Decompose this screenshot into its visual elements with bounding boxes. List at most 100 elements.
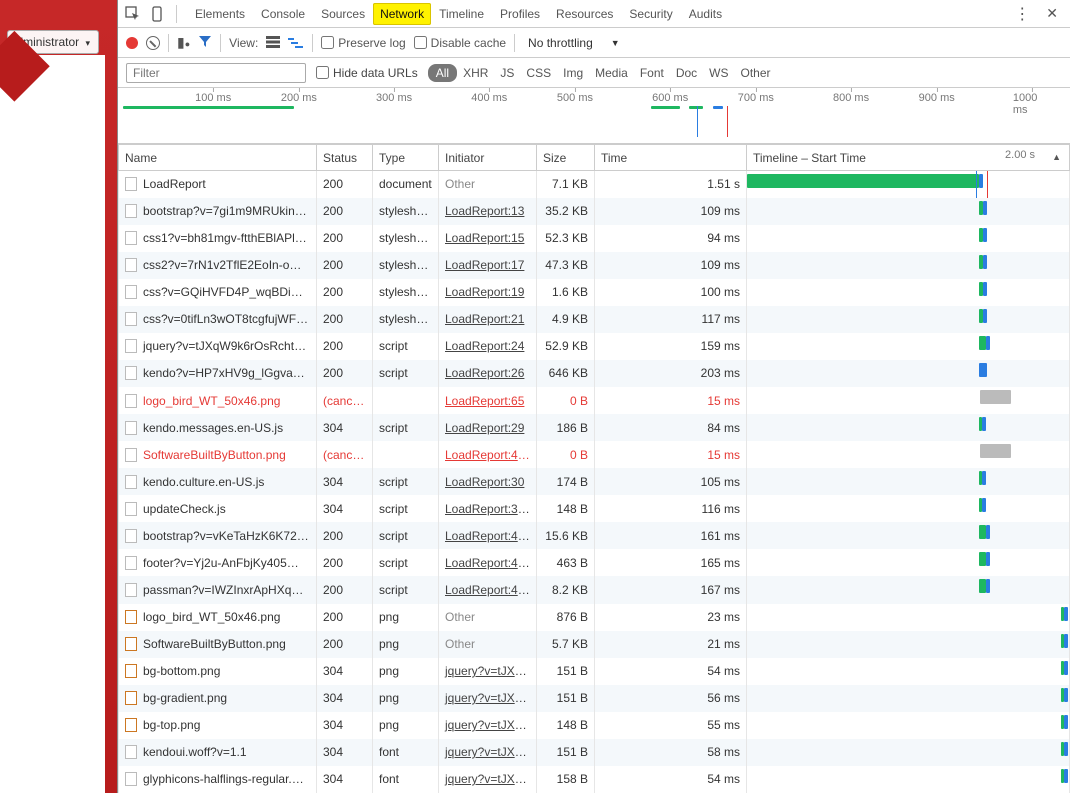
timeline-bar [979, 363, 987, 377]
table-row[interactable]: css?v=0tifLn3wOT8tcgfujWFKOJB...200style… [119, 306, 1070, 333]
col-size-header[interactable]: Size [537, 145, 595, 171]
filter-icon[interactable] [198, 34, 212, 51]
table-row[interactable]: css?v=GQiHVFD4P_wqBDiHAO74...200styleshe… [119, 279, 1070, 306]
tab-profiles[interactable]: Profiles [492, 1, 548, 27]
filter-chip-img[interactable]: Img [557, 64, 589, 82]
close-devtools-icon[interactable]: ✕ [1040, 5, 1064, 22]
tab-resources[interactable]: Resources [548, 1, 621, 27]
hide-data-urls-input[interactable] [316, 66, 329, 79]
tab-network[interactable]: Network [373, 3, 431, 25]
initiator-link[interactable]: LoadReport:29 [445, 421, 524, 435]
initiator-link[interactable]: LoadReport:365 [445, 502, 531, 516]
table-row[interactable]: logo_bird_WT_50x46.png200pngOther876 B23… [119, 604, 1070, 631]
preserve-log-input[interactable] [321, 36, 334, 49]
col-status-header[interactable]: Status [317, 145, 373, 171]
filter-chip-media[interactable]: Media [589, 64, 634, 82]
table-row[interactable]: footer?v=Yj2u-AnFbjKy405WlNk8...200scrip… [119, 549, 1070, 576]
filter-chip-js[interactable]: JS [494, 64, 520, 82]
initiator-link[interactable]: jquery?v=tJXqW9... [445, 664, 537, 678]
initiator-link[interactable]: LoadReport:432 [445, 556, 531, 570]
table-row[interactable]: bg-bottom.png304pngjquery?v=tJXqW9...151… [119, 658, 1070, 685]
initiator-link[interactable]: LoadReport:65 [445, 394, 524, 408]
status-cell: (canceled) [317, 387, 373, 414]
timeline-cell [747, 306, 1070, 333]
timeline-overview[interactable]: 100 ms200 ms300 ms400 ms500 ms600 ms700 … [118, 88, 1070, 144]
table-row[interactable]: bootstrap?v=7gi1m9MRUkine3WJ...200styles… [119, 198, 1070, 225]
initiator-link[interactable]: LoadReport:21 [445, 312, 524, 326]
table-row[interactable]: bg-top.png304pngjquery?v=tJXqW9...148 B5… [119, 712, 1070, 739]
col-time-header[interactable]: Time [595, 145, 747, 171]
table-row[interactable]: LoadReport200documentOther7.1 KB1.51 s [119, 171, 1070, 198]
table-row[interactable]: updateCheck.js304scriptLoadReport:365148… [119, 495, 1070, 522]
timeline-bar [979, 336, 987, 350]
table-row[interactable]: SoftwareBuiltByButton.png(canceled)LoadR… [119, 441, 1070, 468]
clear-button[interactable] [146, 36, 160, 50]
initiator-link[interactable]: LoadReport:13 [445, 204, 524, 218]
hide-data-urls-checkbox[interactable]: Hide data URLs [316, 66, 418, 80]
record-button[interactable] [126, 37, 138, 49]
filter-input[interactable] [126, 63, 306, 83]
inspect-icon[interactable] [124, 5, 142, 23]
kebab-menu-icon[interactable]: ⋮ [1010, 4, 1034, 24]
col-timeline-header[interactable]: Timeline – Start Time 2.00 s ▲ [747, 145, 1070, 171]
request-name: bg-gradient.png [143, 691, 227, 705]
table-row[interactable]: jquery?v=tJXqW9k6rOsRcht33y9C...200scrip… [119, 333, 1070, 360]
screenshot-icon[interactable]: ▮● [177, 34, 190, 51]
col-type-header[interactable]: Type [373, 145, 439, 171]
initiator-link[interactable]: LoadReport:434 [445, 583, 531, 597]
table-row[interactable]: css2?v=7rN1v2TflE2EoIn-oHH4cbr...200styl… [119, 252, 1070, 279]
initiator-link[interactable]: LoadReport:420 [445, 448, 531, 462]
filter-chip-css[interactable]: CSS [520, 64, 557, 82]
size-cell: 186 B [537, 414, 595, 441]
initiator-link[interactable]: jquery?v=tJXqW9... [445, 718, 537, 732]
tab-timeline[interactable]: Timeline [431, 1, 492, 27]
file-icon [125, 204, 137, 218]
filter-chip-doc[interactable]: Doc [670, 64, 703, 82]
col-name-header[interactable]: Name [119, 145, 317, 171]
preserve-log-checkbox[interactable]: Preserve log [321, 36, 405, 50]
type-cell: png [373, 604, 439, 631]
view-large-icon[interactable] [266, 35, 280, 51]
tab-audits[interactable]: Audits [681, 1, 730, 27]
timeline-bar-cap [982, 417, 986, 431]
filter-chip-ws[interactable]: WS [703, 64, 734, 82]
disable-cache-input[interactable] [414, 36, 427, 49]
filter-chip-font[interactable]: Font [634, 64, 670, 82]
initiator-link[interactable]: LoadReport:24 [445, 339, 524, 353]
initiator-link[interactable]: LoadReport:26 [445, 366, 524, 380]
table-row[interactable]: kendoui.woff?v=1.1304fontjquery?v=tJXqW9… [119, 739, 1070, 766]
tab-console[interactable]: Console [253, 1, 313, 27]
table-row[interactable]: bootstrap?v=vKeTaHzK6K72lzNxl...200scrip… [119, 522, 1070, 549]
col-initiator-header[interactable]: Initiator [439, 145, 537, 171]
table-row[interactable]: kendo.culture.en-US.js304scriptLoadRepor… [119, 468, 1070, 495]
table-row[interactable]: css1?v=bh81mgv-ftthEBlAPlK7UC...200style… [119, 225, 1070, 252]
table-row[interactable]: kendo.messages.en-US.js304scriptLoadRepo… [119, 414, 1070, 441]
table-row[interactable]: passman?v=IWZInxrApHXqOd-qa...200scriptL… [119, 576, 1070, 603]
table-row[interactable]: SoftwareBuiltByButton.png200pngOther5.7 … [119, 631, 1070, 658]
tab-elements[interactable]: Elements [187, 1, 253, 27]
initiator-link[interactable]: LoadReport:19 [445, 285, 524, 299]
device-toggle-icon[interactable] [148, 5, 166, 23]
initiator-link[interactable]: LoadReport:430 [445, 529, 531, 543]
timeline-bar [1061, 742, 1064, 756]
table-row[interactable]: glyphicons-halflings-regular.woff2304fon… [119, 766, 1070, 793]
initiator-link[interactable]: LoadReport:17 [445, 258, 524, 272]
timeline-cell [747, 685, 1070, 712]
throttling-dropdown[interactable]: No throttling ▼ [523, 33, 625, 53]
filter-chip-xhr[interactable]: XHR [457, 64, 494, 82]
initiator-link[interactable]: jquery?v=tJXqW9... [445, 772, 537, 786]
table-row[interactable]: kendo?v=HP7xHV9g_lGgvaD9RXf...200scriptL… [119, 360, 1070, 387]
tab-sources[interactable]: Sources [313, 1, 373, 27]
initiator-link[interactable]: jquery?v=tJXqW9... [445, 745, 537, 759]
type-cell: script [373, 360, 439, 387]
initiator-link[interactable]: LoadReport:30 [445, 475, 524, 489]
disable-cache-checkbox[interactable]: Disable cache [414, 36, 506, 50]
tab-security[interactable]: Security [621, 1, 680, 27]
filter-chip-all[interactable]: All [428, 64, 457, 82]
filter-chip-other[interactable]: Other [735, 64, 777, 82]
table-row[interactable]: bg-gradient.png304pngjquery?v=tJXqW9...1… [119, 685, 1070, 712]
initiator-link[interactable]: jquery?v=tJXqW9... [445, 691, 537, 705]
initiator-link[interactable]: LoadReport:15 [445, 231, 524, 245]
view-waterfall-icon[interactable] [288, 37, 304, 49]
table-row[interactable]: logo_bird_WT_50x46.png(canceled)LoadRepo… [119, 387, 1070, 414]
